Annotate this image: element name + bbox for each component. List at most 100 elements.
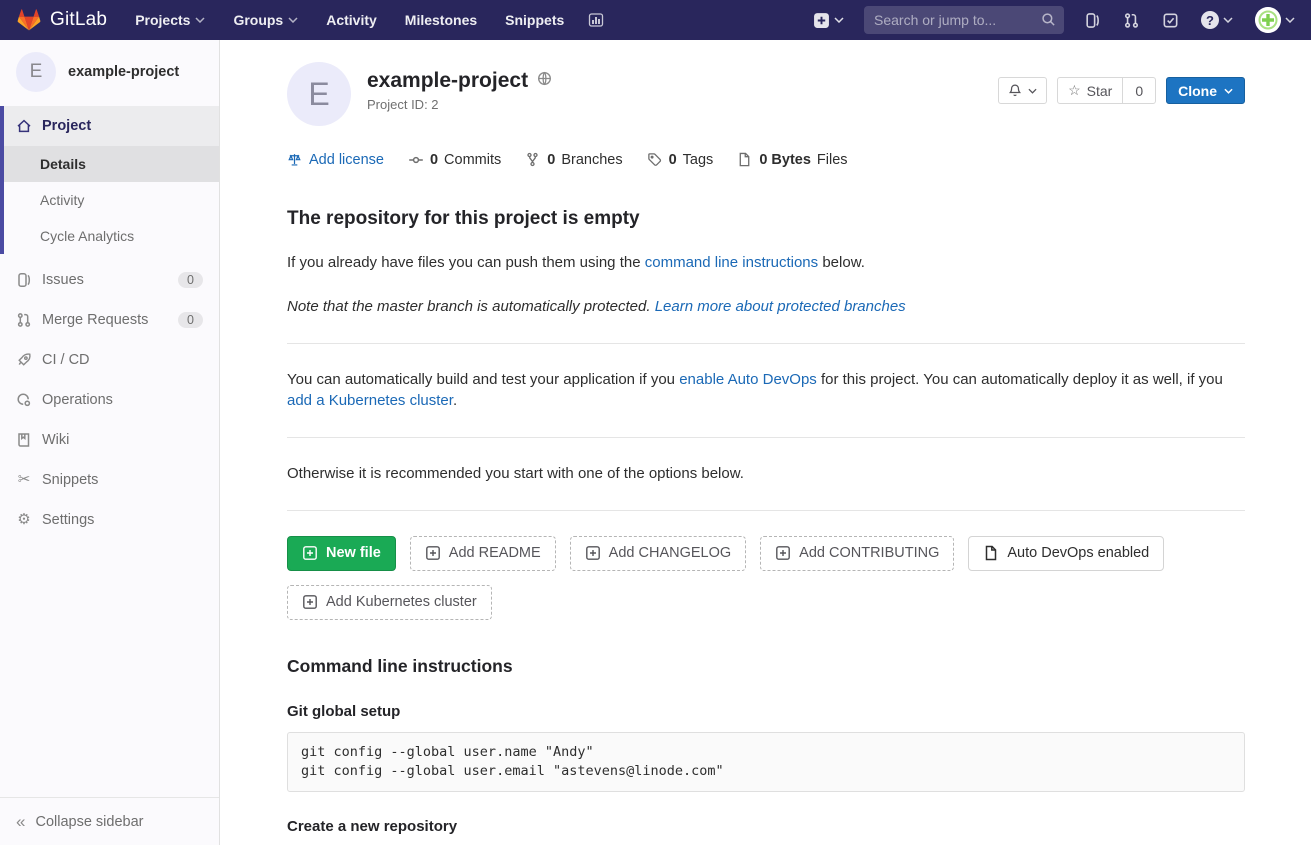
add-contributing-button[interactable]: Add CONTRIBUTING bbox=[760, 536, 954, 571]
project-id: Project ID: 2 bbox=[367, 97, 552, 112]
branches-label: Branches bbox=[561, 152, 622, 168]
protected-branch-note: Note that the master branch is automatic… bbox=[287, 296, 1245, 318]
sidebar-item-label: Merge Requests bbox=[42, 312, 148, 328]
tags-stat[interactable]: 0 Tags bbox=[647, 152, 714, 168]
nav-item-milestones[interactable]: Milestones bbox=[405, 12, 477, 28]
notifications-dropdown-button[interactable] bbox=[998, 77, 1047, 104]
project-avatar: E bbox=[16, 52, 56, 92]
sidebar-item-issues[interactable]: Issues 0 bbox=[0, 260, 219, 300]
sidebar-item-snippets[interactable]: ✂ Snippets bbox=[0, 460, 219, 500]
sidebar-subitem-details[interactable]: Details bbox=[4, 146, 219, 182]
protected-branches-link[interactable]: Learn more about protected branches bbox=[655, 298, 906, 315]
branch-icon bbox=[525, 152, 541, 168]
chevron-down-icon bbox=[195, 17, 205, 23]
merge-request-icon bbox=[16, 312, 32, 328]
nav-item-snippets[interactable]: Snippets bbox=[505, 12, 564, 28]
tags-label: Tags bbox=[683, 152, 714, 168]
star-count[interactable]: 0 bbox=[1122, 78, 1155, 103]
navbar-links: Projects Groups Activity Milestones Snip… bbox=[135, 12, 564, 28]
sidebar-subitem-activity[interactable]: Activity bbox=[4, 182, 219, 218]
sidebar-item-label: Snippets bbox=[42, 472, 98, 488]
collapse-sidebar-button[interactable]: « Collapse sidebar bbox=[0, 797, 219, 845]
devops-text-post: . bbox=[453, 392, 457, 409]
sidebar-item-merge-requests[interactable]: Merge Requests 0 bbox=[0, 300, 219, 340]
add-readme-button[interactable]: Add README bbox=[410, 536, 556, 571]
auto-devops-enabled-button[interactable]: Auto DevOps enabled bbox=[968, 536, 1164, 571]
plus-square-icon bbox=[302, 545, 318, 561]
nav-item-label: Projects bbox=[135, 12, 190, 28]
collapse-sidebar-label: Collapse sidebar bbox=[35, 814, 143, 830]
plus-square-icon bbox=[813, 12, 830, 29]
button-label: Add Kubernetes cluster bbox=[326, 594, 477, 610]
devops-text-pre: You can automatically build and test you… bbox=[287, 371, 675, 388]
add-license-label: Add license bbox=[309, 152, 384, 168]
nav-item-projects[interactable]: Projects bbox=[135, 12, 205, 28]
new-menu-dropdown[interactable] bbox=[813, 12, 844, 29]
enable-auto-devops-link[interactable]: enable Auto DevOps bbox=[679, 371, 817, 388]
sidebar-item-operations[interactable]: Operations bbox=[0, 380, 219, 420]
commits-label: Commits bbox=[444, 152, 501, 168]
empty-state-buttons-row-1: New file Add README Add CHANGELOG Add CO… bbox=[287, 536, 1245, 571]
gear-icon: ⚙ bbox=[16, 512, 32, 528]
branches-count: 0 bbox=[547, 152, 555, 168]
globe-icon bbox=[537, 71, 552, 91]
add-license-link[interactable]: Add license bbox=[287, 152, 384, 168]
chevron-down-icon bbox=[288, 17, 298, 23]
sidebar-item-settings[interactable]: ⚙ Settings bbox=[0, 500, 219, 540]
empty-state-buttons-row-2: Add Kubernetes cluster bbox=[287, 585, 1245, 620]
global-search bbox=[864, 6, 1064, 34]
command-line-instructions-link[interactable]: command line instructions bbox=[645, 254, 818, 271]
clone-label: Clone bbox=[1178, 83, 1217, 99]
divider bbox=[287, 510, 1245, 511]
new-file-button[interactable]: New file bbox=[287, 536, 396, 571]
branches-stat[interactable]: 0 Branches bbox=[525, 152, 622, 168]
scissors-icon: ✂ bbox=[16, 472, 32, 488]
files-stat[interactable]: 0 Bytes Files bbox=[737, 152, 847, 168]
nav-item-groups[interactable]: Groups bbox=[233, 12, 298, 28]
sidebar-item-label: Operations bbox=[42, 392, 113, 408]
sidebar-item-ci-cd[interactable]: CI / CD bbox=[0, 340, 219, 380]
create-new-repo-heading: Create a new repository bbox=[287, 818, 1245, 835]
cli-heading: Command line instructions bbox=[287, 656, 1245, 677]
sidebar-section-project: Project Details Activity Cycle Analytics bbox=[0, 106, 219, 254]
help-menu-dropdown[interactable]: ? bbox=[1201, 11, 1233, 29]
search-input[interactable] bbox=[864, 6, 1064, 34]
project-avatar-large: E bbox=[287, 62, 351, 126]
sidebar-item-wiki[interactable]: Wiki bbox=[0, 420, 219, 460]
code-line: git config --global user.name "Andy" bbox=[301, 743, 1231, 762]
sidebar-context-header[interactable]: E example-project bbox=[0, 40, 219, 106]
button-label: Auto DevOps enabled bbox=[1007, 545, 1149, 561]
chevron-down-icon bbox=[1028, 88, 1037, 94]
operations-icon bbox=[16, 392, 32, 408]
push-text-post: below. bbox=[822, 254, 865, 271]
nav-item-label: Milestones bbox=[405, 12, 477, 28]
nav-item-label: Activity bbox=[326, 12, 377, 28]
add-kubernetes-cluster-link[interactable]: add a Kubernetes cluster bbox=[287, 392, 453, 409]
sidebar-item-label: Issues bbox=[42, 272, 84, 288]
chevron-double-left-icon: « bbox=[16, 812, 25, 832]
analytics-chart-icon[interactable] bbox=[588, 12, 604, 28]
merge-requests-dashboard-button[interactable] bbox=[1123, 12, 1140, 29]
page-title: example-project bbox=[367, 69, 528, 93]
chevron-down-icon bbox=[1223, 17, 1233, 23]
add-kubernetes-cluster-button[interactable]: Add Kubernetes cluster bbox=[287, 585, 492, 620]
bell-icon bbox=[1008, 83, 1022, 98]
chevron-down-icon bbox=[1224, 88, 1233, 94]
files-label: Files bbox=[817, 152, 848, 168]
todos-button[interactable] bbox=[1162, 12, 1179, 29]
gitlab-brand[interactable]: GitLab bbox=[16, 8, 107, 32]
issues-dashboard-button[interactable] bbox=[1084, 12, 1101, 29]
add-changelog-button[interactable]: Add CHANGELOG bbox=[570, 536, 747, 571]
git-global-setup-heading: Git global setup bbox=[287, 703, 1245, 720]
auto-devops-text: You can automatically build and test you… bbox=[287, 369, 1245, 413]
question-icon: ? bbox=[1201, 11, 1219, 29]
clone-dropdown-button[interactable]: Clone bbox=[1166, 77, 1245, 104]
commits-stat[interactable]: 0 Commits bbox=[408, 152, 501, 168]
sidebar-item-project[interactable]: Project bbox=[4, 106, 219, 146]
nav-item-activity[interactable]: Activity bbox=[326, 12, 377, 28]
todo-check-icon bbox=[1162, 12, 1179, 29]
git-global-setup-code-block[interactable]: git config --global user.name "Andy" git… bbox=[287, 732, 1245, 792]
sidebar-subitem-cycle-analytics[interactable]: Cycle Analytics bbox=[4, 218, 219, 254]
star-button[interactable]: ☆ Star bbox=[1058, 78, 1122, 103]
user-menu-dropdown[interactable] bbox=[1255, 7, 1295, 33]
